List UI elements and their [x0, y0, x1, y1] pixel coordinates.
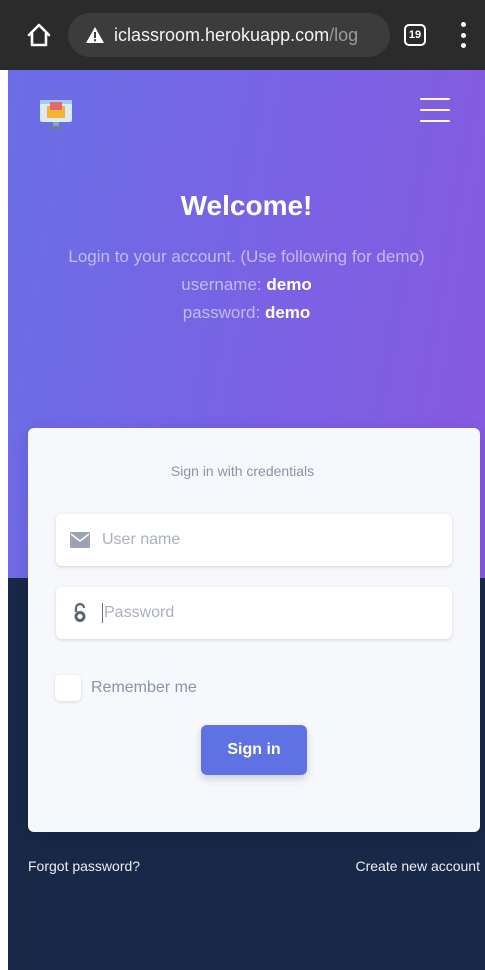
monitor-logo-icon[interactable] [38, 96, 74, 130]
login-instructions: Login to your account. (Use following fo… [8, 243, 485, 327]
remember-me[interactable]: Remember me [55, 675, 197, 701]
hamburger-icon[interactable] [420, 98, 450, 122]
subtitle-text: Login to your account. (Use following fo… [68, 247, 425, 266]
username-input[interactable] [102, 531, 422, 549]
browser-toolbar: iclassroom.herokuapp.com/log 19 [0, 0, 485, 70]
forgot-password-link[interactable]: Forgot password? [28, 858, 140, 874]
signin-heading: Sign in with credentials [170, 463, 315, 479]
url-path: /log [329, 24, 359, 45]
remember-label: Remember me [91, 679, 197, 696]
more-vert-icon[interactable] [457, 22, 469, 48]
signin-button[interactable]: Sign in [201, 725, 307, 775]
page-title: Welcome! [180, 190, 313, 221]
demo-password-line: password: demo [8, 299, 485, 327]
username-field[interactable] [56, 514, 452, 566]
address-bar[interactable]: iclassroom.herokuapp.com/log [68, 13, 390, 57]
tab-switcher-button[interactable]: 19 [404, 24, 426, 46]
create-account-link[interactable]: Create new account [355, 858, 480, 874]
envelope-icon [70, 530, 90, 550]
warning-icon [86, 27, 104, 43]
lock-open-icon [70, 603, 90, 623]
password-value: demo [264, 303, 311, 322]
text-caret [102, 603, 103, 623]
home-icon[interactable] [26, 22, 52, 48]
url-host: iclassroom.herokuapp.com [114, 24, 330, 45]
remember-checkbox[interactable] [55, 675, 81, 701]
demo-username-line: username: demo [8, 271, 485, 299]
url-text: iclassroom.herokuapp.com/log [114, 25, 358, 46]
username-label: username: [181, 275, 262, 294]
username-value: demo [266, 275, 312, 294]
password-label: password: [182, 303, 261, 322]
password-field[interactable] [56, 587, 452, 639]
page-edge [0, 70, 8, 970]
password-input[interactable] [104, 604, 424, 622]
tab-count: 19 [408, 29, 422, 41]
